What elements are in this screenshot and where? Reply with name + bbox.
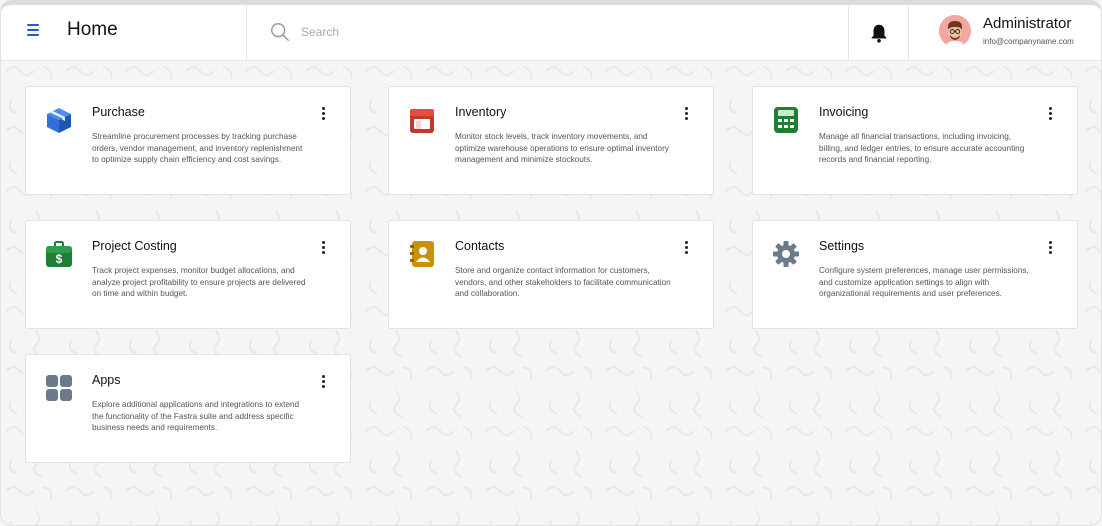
card-title: Purchase — [92, 105, 145, 119]
avatar[interactable] — [939, 15, 971, 47]
top-bar: Home Administrator — [1, 5, 1101, 61]
module-card-apps[interactable]: Apps Explore additional applications and… — [25, 354, 351, 463]
box-icon — [47, 108, 71, 133]
card-description: Explore additional applications and inte… — [92, 400, 300, 432]
card-description: Configure system preferences, manage use… — [819, 266, 1029, 298]
card-title: Contacts — [455, 239, 505, 253]
more-options-icon[interactable] — [319, 241, 327, 255]
search-input[interactable] — [301, 20, 821, 44]
card-title: Apps — [92, 373, 121, 387]
bell-icon[interactable] — [868, 22, 890, 44]
divider — [246, 5, 247, 61]
svg-text:$: $ — [56, 252, 63, 266]
card-description: Monitor stock levels, track inventory mo… — [455, 132, 669, 164]
card-title: Project Costing — [92, 239, 177, 253]
divider — [908, 5, 909, 61]
app-window: Home Administrator — [0, 0, 1102, 526]
more-options-icon[interactable] — [1046, 241, 1054, 255]
card-description: Streamline procurement processes by trac… — [92, 132, 303, 164]
module-card-settings[interactable]: Settings Configure system preferences, m… — [752, 220, 1078, 329]
card-title: Invoicing — [819, 105, 869, 119]
card-title: Inventory — [455, 105, 507, 119]
more-options-icon[interactable] — [1046, 107, 1054, 121]
calculator-icon — [774, 107, 798, 133]
briefcase-dollar-icon: $ — [46, 241, 72, 267]
module-card-invoicing[interactable]: Invoicing Manage all financial transacti… — [752, 86, 1078, 195]
address-book-icon — [410, 241, 434, 267]
user-email: info@companyname.com — [983, 37, 1074, 46]
module-card-inventory[interactable]: Inventory Monitor stock levels, track in… — [388, 86, 714, 195]
divider — [848, 5, 849, 61]
module-card-project-costing[interactable]: $ Project Costing Track project expenses… — [25, 220, 351, 329]
user-name[interactable]: Administrator — [983, 15, 1071, 32]
card-title: Settings — [819, 239, 865, 253]
gear-icon — [773, 241, 799, 267]
avatar-illustration — [939, 15, 971, 47]
store-icon — [410, 109, 434, 133]
more-options-icon[interactable] — [682, 241, 690, 255]
card-description: Track project expenses, monitor budget a… — [92, 266, 306, 298]
more-options-icon[interactable] — [319, 107, 327, 121]
more-options-icon[interactable] — [319, 375, 327, 389]
search-icon — [271, 23, 289, 41]
apps-grid-icon — [46, 375, 72, 401]
module-card-purchase[interactable]: Purchase Streamline procurement processe… — [25, 86, 351, 195]
card-description: Manage all financial transactions, inclu… — [819, 132, 1025, 164]
module-card-contacts[interactable]: Contacts Store and organize contact info… — [388, 220, 714, 329]
hamburger-menu-icon[interactable] — [25, 22, 43, 40]
more-options-icon[interactable] — [682, 107, 690, 121]
page-title: Home — [67, 19, 118, 40]
card-description: Store and organize contact information f… — [455, 266, 671, 298]
